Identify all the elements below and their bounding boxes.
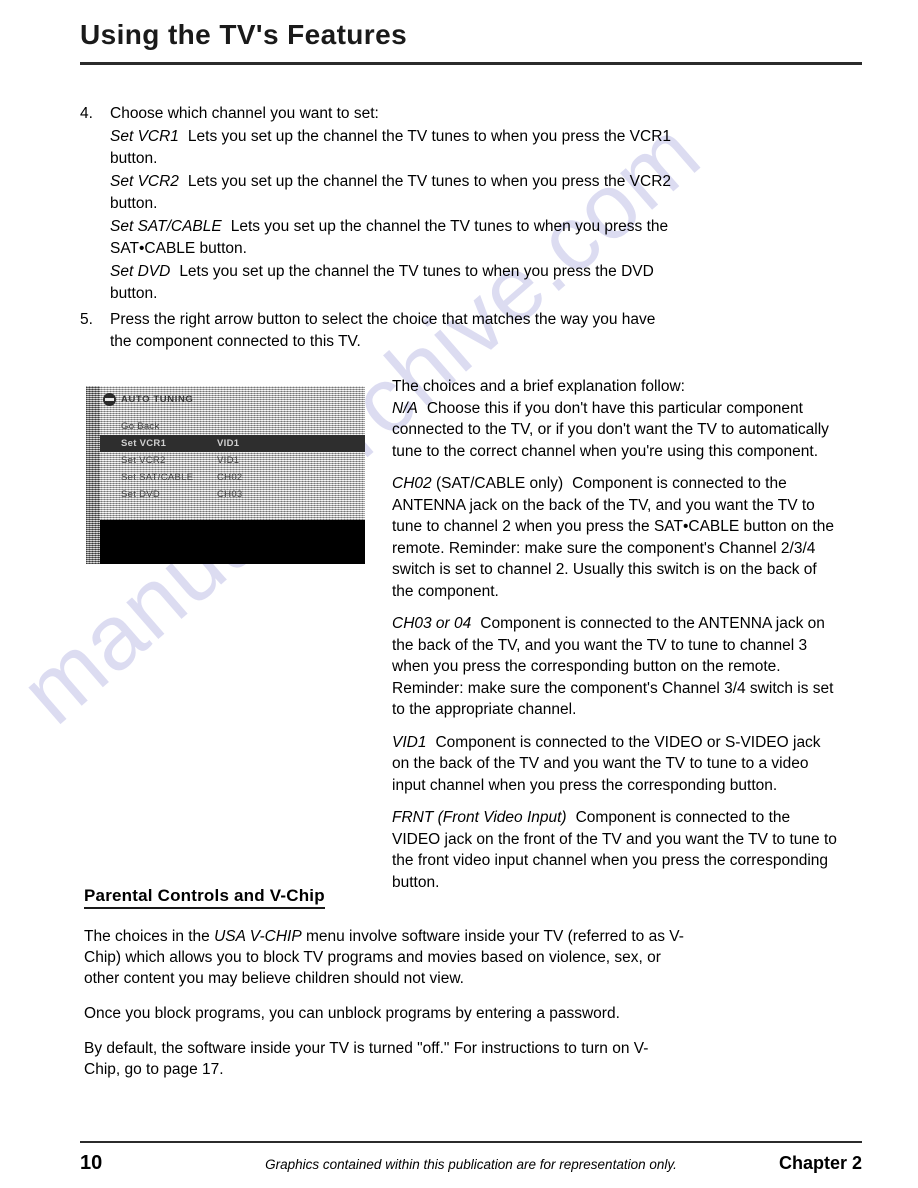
step-item: 4. Choose which channel you want to set: (80, 103, 680, 125)
tv-menu-item-label: Set VCR1 (121, 438, 167, 449)
tv-left-band (86, 386, 100, 564)
page-footer: 10 Graphics contained within this public… (80, 1152, 862, 1175)
option-term: Set VCR1 (110, 128, 179, 145)
option-term: Set VCR2 (110, 173, 179, 190)
choice-term-qualifier: (SAT/CABLE only) (431, 475, 564, 492)
option-desc: Lets you set up the channel the TV tunes… (110, 263, 654, 302)
choice-na: N/A Choose this if you don't have this pa… (392, 398, 842, 463)
tv-menu-spacer (100, 408, 365, 418)
choice-term: N/A (392, 399, 418, 417)
option-desc: Lets you set up the channel the TV tunes… (110, 128, 672, 167)
step-text: Press the right arrow button to select t… (110, 311, 656, 350)
instructions-block: 4. Choose which channel you want to set:… (80, 103, 680, 354)
choices-intro: The choices and a brief explanation foll… (392, 378, 685, 395)
tv-menu-item-label: Go Back (121, 421, 160, 432)
tv-menu-item-value: CH03 (217, 489, 243, 500)
header-divider (80, 61, 862, 65)
footer-divider (80, 1141, 862, 1143)
tv-menu-title: AUTO TUNING (121, 393, 194, 405)
tv-menu-item-set-dvd[interactable]: Set DVD CH03 (100, 486, 365, 503)
tv-menu-item-set-vcr1[interactable]: Set VCR1 VID1 (100, 435, 365, 452)
section-heading: Parental Controls and V-Chip (84, 886, 325, 909)
option-set-sat-cable: Set SAT/CABLE Lets you set up the channel… (110, 216, 680, 260)
step-number: 4. (80, 105, 93, 122)
tv-menu-item-label: Set SAT/CABLE (121, 472, 194, 483)
page-header: Using the TV's Features (80, 19, 862, 65)
step-text: Choose which channel you want to set: (110, 105, 379, 122)
footer-note: Graphics contained within this publicati… (265, 1157, 677, 1172)
parental-para-3: By default, the software inside your TV … (84, 1040, 649, 1078)
option-term: Set DVD (110, 263, 171, 280)
choice-term: CH03 or 04 (392, 615, 472, 632)
tv-menu-screenshot: AUTO TUNING Go Back Set VCR1 VID1 Set VC… (86, 386, 365, 564)
document-page: manualsarchive.com Using the TV's Featur… (0, 0, 918, 1188)
choice-term: FRNT (Front Video Input) (392, 809, 567, 826)
parental-para-1: The choices in the USA V-CHIP menu invol… (84, 926, 684, 989)
parental-controls-section: Parental Controls and V-Chip The choices… (84, 886, 684, 1094)
tv-menu-title-row: AUTO TUNING (100, 390, 365, 408)
tv-menu: AUTO TUNING Go Back Set VCR1 VID1 Set VC… (100, 386, 365, 503)
option-set-vcr1: Set VCR1 Lets you set up the channel the … (110, 126, 680, 170)
parental-para-1-lead: The choices in the (84, 928, 215, 945)
choice-term: VID1 (392, 733, 427, 751)
tv-menu-item-value: CH02 (217, 472, 243, 483)
choice-text: Choose this if you don't have this parti… (392, 399, 829, 460)
option-set-vcr2: Set VCR2 Lets you set up the channel the … (110, 171, 680, 215)
usa-v-chip-menu-name: USA V-CHIP (214, 928, 302, 945)
option-set-dvd: Set DVD Lets you set up the channel the T… (110, 261, 680, 305)
option-desc: Lets you set up the channel the TV tunes… (110, 173, 672, 212)
chapter-label: Chapter 2 (778, 1153, 862, 1173)
choice-term: CH02 (392, 475, 432, 492)
choices-column: The choices and a brief explanation foll… (392, 376, 842, 904)
satellite-dish-icon (103, 392, 116, 406)
tv-menu-item-value: VID1 (217, 438, 240, 449)
page-title: Using the TV's Features (80, 19, 408, 50)
tv-menu-item-label: Set DVD (121, 489, 161, 500)
option-term: Set SAT/CABLE (110, 218, 222, 235)
choice-text: Component is connected to the VIDEO or S… (392, 733, 821, 794)
tv-menu-item-label: Set VCR2 (121, 455, 166, 466)
choice-vid1: VID1 Component is connected to the VIDEO … (392, 732, 842, 797)
choice-text: Component is connected to the ANTENNA ja… (392, 475, 835, 600)
parental-para-2: Once you block programs, you can unblock… (84, 1005, 620, 1022)
tv-menu-item-set-sat-cable[interactable]: Set SAT/CABLE CH02 (100, 469, 365, 486)
choice-ch02: CH02 (SAT/CABLE only) Component is connec… (392, 473, 842, 602)
choice-ch03-or-04: CH03 or 04 Component is connected to the … (392, 613, 842, 721)
tv-menu-item-value: VID1 (217, 455, 240, 466)
step-item: 5. Press the right arrow button to selec… (80, 309, 680, 353)
tv-menu-item-set-vcr2[interactable]: Set VCR2 VID1 (100, 452, 365, 469)
step-number: 5. (80, 311, 93, 328)
tv-screen-black-band (100, 520, 365, 564)
page-number: 10 (80, 1152, 103, 1174)
choice-frnt: FRNT (Front Video Input) Component is con… (392, 807, 842, 893)
tv-menu-item-go-back[interactable]: Go Back (100, 418, 365, 435)
